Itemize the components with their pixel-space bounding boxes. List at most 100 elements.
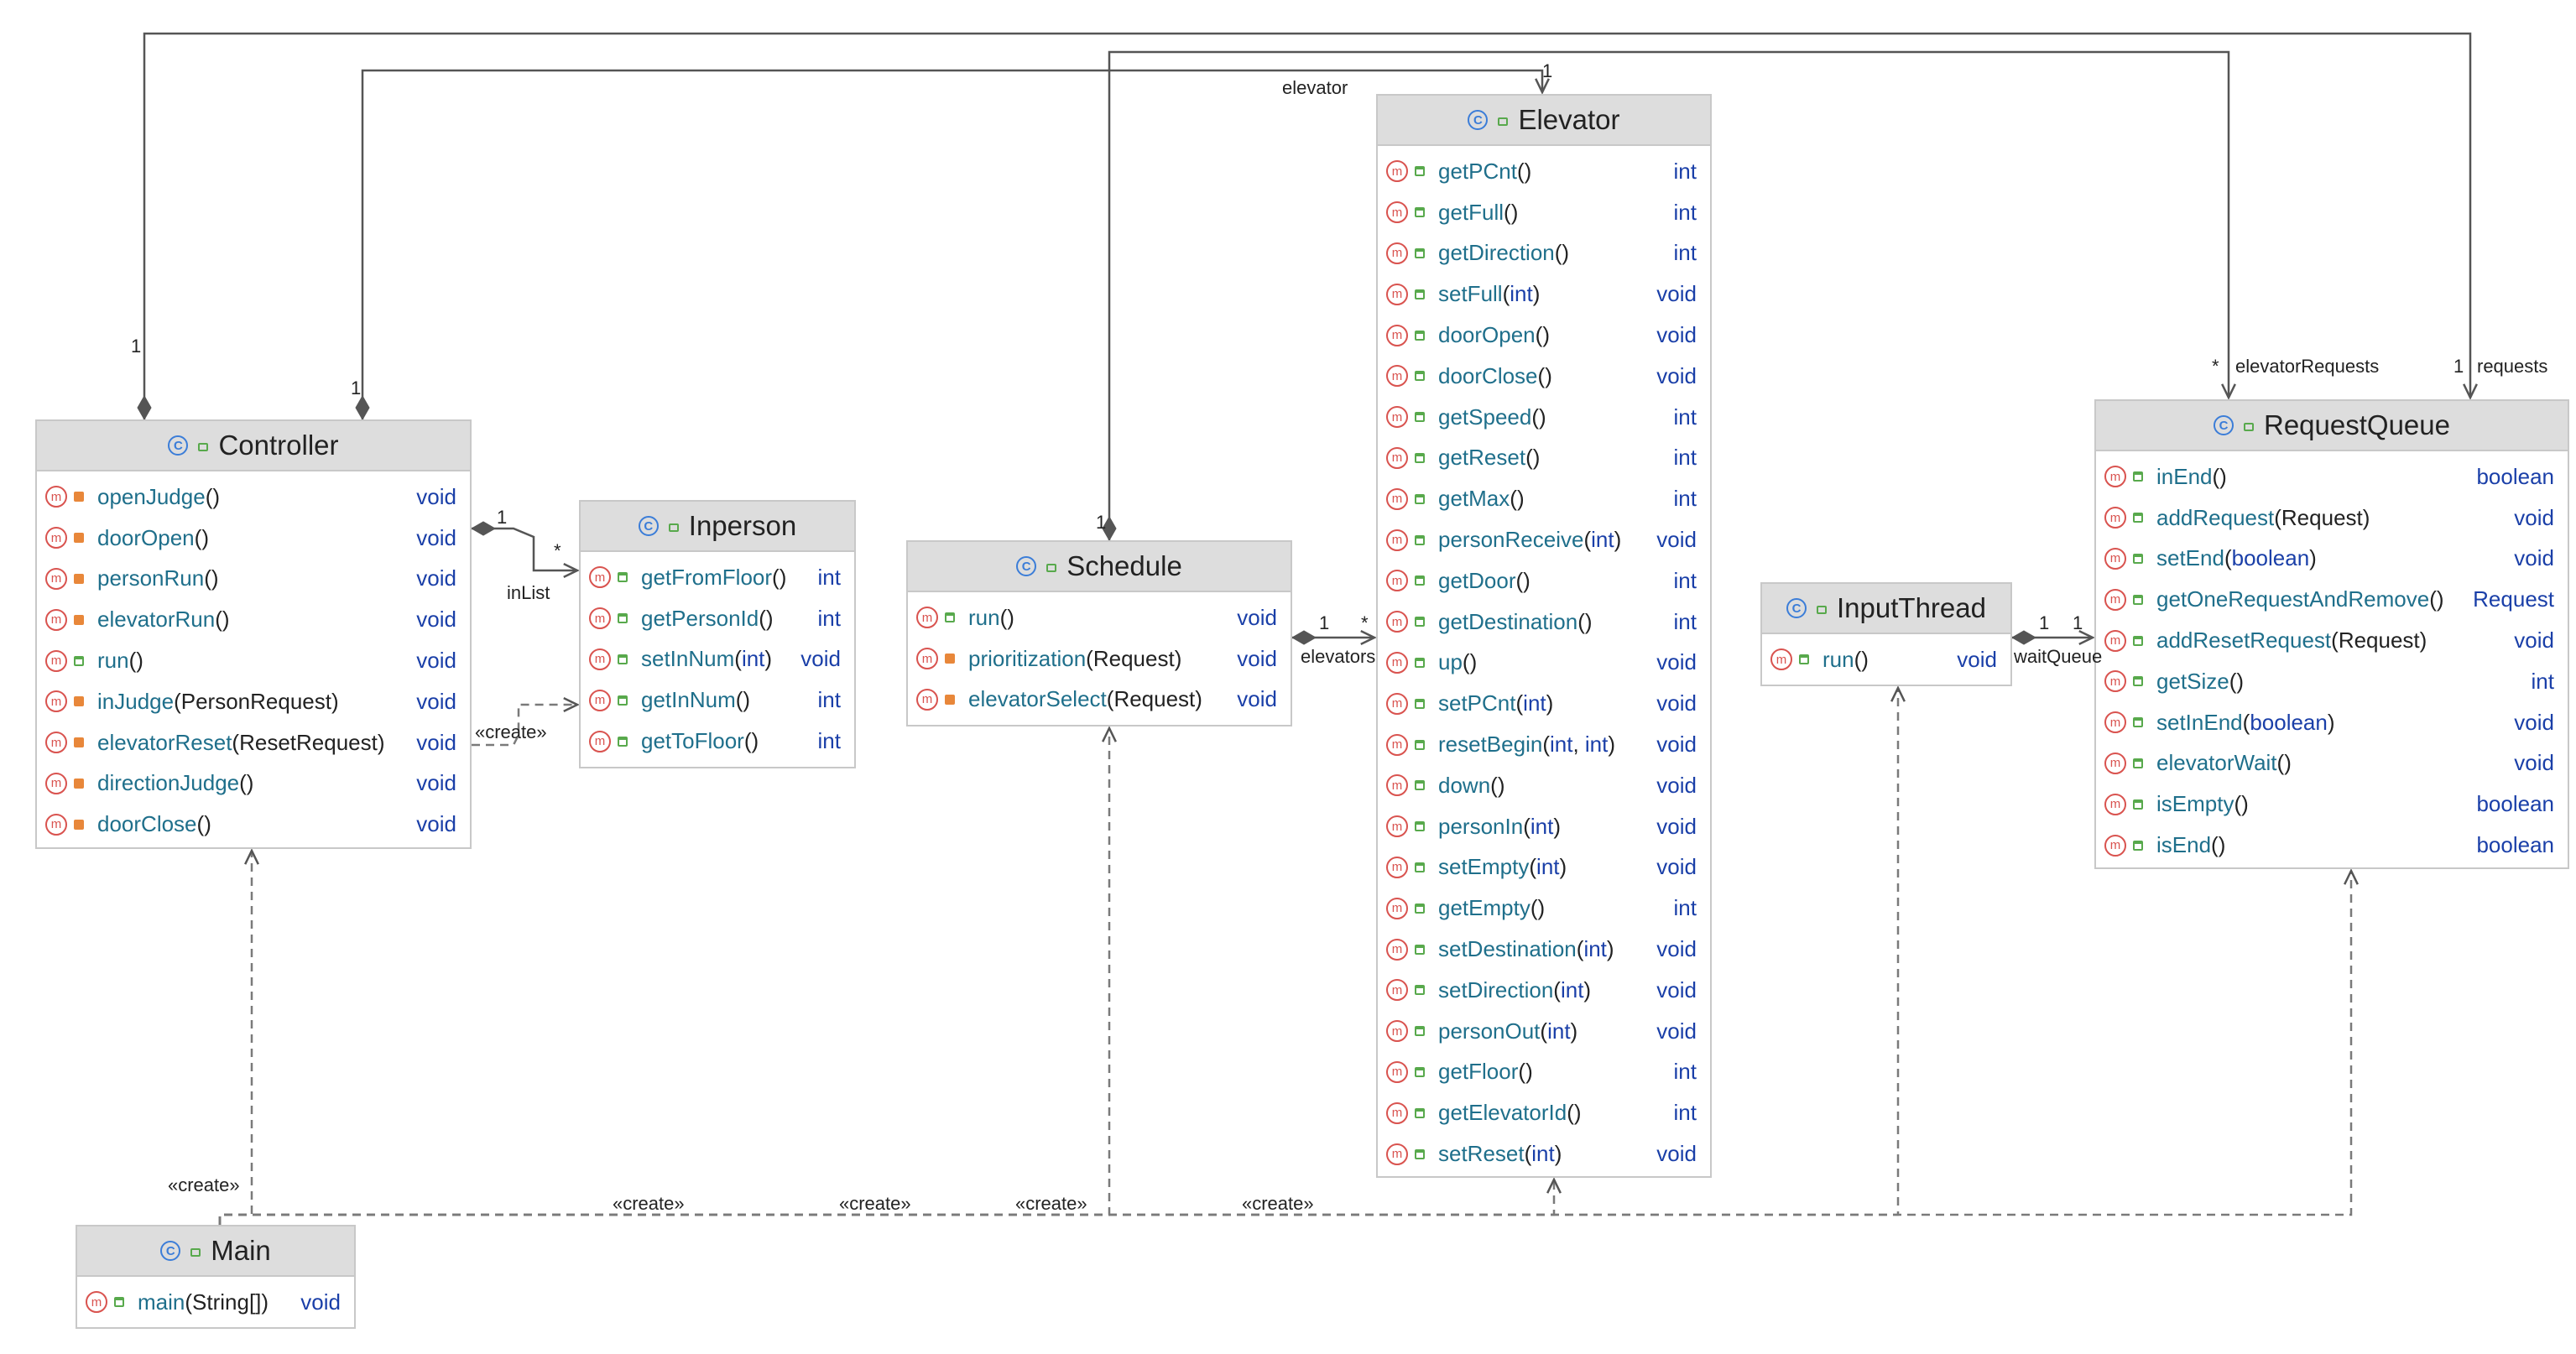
return-type: boolean xyxy=(2476,791,2554,817)
method-row[interactable]: m getFromFloor() int xyxy=(581,557,854,598)
target-multiplicity: 1 xyxy=(2453,356,2464,377)
method-name: up xyxy=(1438,649,1463,675)
lock-icon xyxy=(74,778,84,789)
method-row[interactable]: m inEnd() boolean xyxy=(2096,456,2568,497)
method-row[interactable]: m setEnd(boolean) void xyxy=(2096,539,2568,580)
class-inputthread[interactable]: C InputThread m run() void xyxy=(1760,582,2012,686)
method-row[interactable]: m doorClose() void xyxy=(37,804,470,845)
return-type: void xyxy=(1656,281,1697,307)
method-param: ResetRequest xyxy=(239,729,378,755)
class-requestqueue[interactable]: C RequestQueue m inEnd() boolean m addRequest(… xyxy=(2094,399,2569,869)
method-row[interactable]: m setDestination(int) void xyxy=(1378,929,1710,970)
method-row[interactable]: m getSize() int xyxy=(2096,661,2568,702)
method-row[interactable]: m setPCnt(int) void xyxy=(1378,683,1710,724)
method-row[interactable]: m personOut(int) void xyxy=(1378,1011,1710,1052)
method-row[interactable]: m getSpeed() int xyxy=(1378,397,1710,438)
class-schedule[interactable]: C Schedule m run() void m prioritization(Reque… xyxy=(906,540,1292,726)
method-row[interactable]: m getPCnt() int xyxy=(1378,151,1710,192)
class-header[interactable]: C Elevator xyxy=(1378,96,1710,146)
method-row[interactable]: m inJudge(PersonRequest) void xyxy=(37,681,470,722)
method-row[interactable]: m personRun() void xyxy=(37,559,470,600)
method-icon: m xyxy=(1386,1143,1408,1165)
method-icon: m xyxy=(1386,201,1408,224)
method-row[interactable]: m getOneRequestAndRemove() Request xyxy=(2096,579,2568,620)
method-row[interactable]: m down() void xyxy=(1378,765,1710,806)
paren-close: ) xyxy=(1570,1018,1578,1044)
method-row[interactable]: m run() void xyxy=(37,640,470,681)
method-row[interactable]: m isEmpty() boolean xyxy=(2096,784,2568,825)
method-row[interactable]: m openJudge() void xyxy=(37,477,470,518)
method-row[interactable]: m prioritization(Request) void xyxy=(908,638,1291,680)
method-row[interactable]: m run() void xyxy=(908,597,1291,638)
method-row[interactable]: m elevatorRun() void xyxy=(37,599,470,640)
method-row[interactable]: m elevatorReset(ResetRequest) void xyxy=(37,722,470,763)
method-row[interactable]: m doorClose() void xyxy=(1378,356,1710,397)
class-controller[interactable]: C Controller m openJudge() void m doorOpen() vo… xyxy=(35,419,472,849)
method-name: getDoor xyxy=(1438,567,1516,593)
lock-icon xyxy=(74,492,84,503)
method-row[interactable]: m personIn(int) void xyxy=(1378,806,1710,847)
method-signature: elevatorWait() xyxy=(2156,750,2506,776)
class-inperson[interactable]: C Inperson m getFromFloor() int m getPersonId(… xyxy=(579,500,856,768)
method-row[interactable]: m setFull(int) void xyxy=(1378,273,1710,315)
method-row[interactable]: m getMax() int xyxy=(1378,478,1710,519)
return-type: void xyxy=(1656,936,1697,962)
method-row[interactable]: m getDirection() int xyxy=(1378,233,1710,274)
method-row[interactable]: m doorOpen() void xyxy=(37,518,470,559)
method-row[interactable]: m setReset(int) void xyxy=(1378,1133,1710,1174)
method-row[interactable]: m doorOpen() void xyxy=(1378,315,1710,356)
method-row[interactable]: m addRequest(Request) void xyxy=(2096,497,2568,539)
method-row[interactable]: m addResetRequest(Request) void xyxy=(2096,620,2568,661)
method-row[interactable]: m getDoor() int xyxy=(1378,560,1710,601)
method-row[interactable]: m resetBegin(int, int) void xyxy=(1378,724,1710,765)
paren-close: ) xyxy=(751,728,759,754)
method-name: personIn xyxy=(1438,813,1524,839)
method-row[interactable]: m getFull() int xyxy=(1378,192,1710,233)
method-param: int xyxy=(1583,936,1607,962)
method-row[interactable]: m run() void xyxy=(1762,639,2010,680)
method-row[interactable]: m getFloor() int xyxy=(1378,1052,1710,1093)
return-type: void xyxy=(1656,976,1697,1002)
method-row[interactable]: m up() void xyxy=(1378,643,1710,684)
method-row[interactable]: m getElevatorId() int xyxy=(1378,1092,1710,1133)
method-row[interactable]: m elevatorSelect(Request) void xyxy=(908,680,1291,721)
class-main[interactable]: C Main m main(String[]) void xyxy=(76,1225,356,1329)
method-param: int xyxy=(1530,813,1554,839)
return-type: int xyxy=(817,605,841,631)
method-row[interactable]: m setInNum(int) void xyxy=(581,639,854,680)
method-row[interactable]: m getInNum() int xyxy=(581,680,854,721)
uml-class-diagram: C Controller m openJudge() void m doorOpen() vo… xyxy=(0,0,2576,1354)
method-row[interactable]: m getDestination() int xyxy=(1378,601,1710,643)
method-row[interactable]: m personReceive(int) void xyxy=(1378,519,1710,560)
method-name: getSize xyxy=(2156,668,2229,694)
class-header[interactable]: C Schedule xyxy=(908,542,1291,592)
class-header[interactable]: C RequestQueue xyxy=(2096,401,2568,451)
class-header[interactable]: C InputThread xyxy=(1762,584,2010,634)
paren-close: ) xyxy=(377,729,385,755)
method-row[interactable]: m elevatorWait() void xyxy=(2096,743,2568,784)
method-name: isEnd xyxy=(2156,832,2212,858)
method-row[interactable]: m isEnd() boolean xyxy=(2096,825,2568,866)
method-row[interactable]: m getPersonId() int xyxy=(581,598,854,639)
method-row[interactable]: m setDirection(int) void xyxy=(1378,970,1710,1011)
method-icon: m xyxy=(2104,466,2126,488)
method-row[interactable]: m getEmpty() int xyxy=(1378,888,1710,929)
class-elevator[interactable]: C Elevator m getPCnt() int m getFull() int m getD… xyxy=(1376,94,1712,1178)
class-header[interactable]: C Main xyxy=(77,1226,354,1277)
method-row[interactable]: m setInEnd(boolean) void xyxy=(2096,702,2568,743)
method-icon: m xyxy=(2104,588,2126,611)
method-row[interactable]: m directionJudge() void xyxy=(37,763,470,805)
method-row[interactable]: m setEmpty(int) void xyxy=(1378,847,1710,888)
method-row[interactable]: m main(String[]) void xyxy=(77,1282,354,1323)
paren-open: ( xyxy=(2224,545,2232,571)
class-icon: C xyxy=(1786,598,1807,618)
method-row[interactable]: m getToFloor() int xyxy=(581,721,854,762)
class-header[interactable]: C Inperson xyxy=(581,502,854,552)
method-signature: personRun() xyxy=(97,565,408,591)
public-visibility-icon xyxy=(1415,821,1425,832)
paren-close: ) xyxy=(1174,645,1182,671)
class-header[interactable]: C Controller xyxy=(37,421,470,471)
method-row[interactable]: m getReset() int xyxy=(1378,438,1710,479)
paren-close: ) xyxy=(1539,404,1546,430)
role-label: elevatorRequests xyxy=(2235,356,2380,377)
